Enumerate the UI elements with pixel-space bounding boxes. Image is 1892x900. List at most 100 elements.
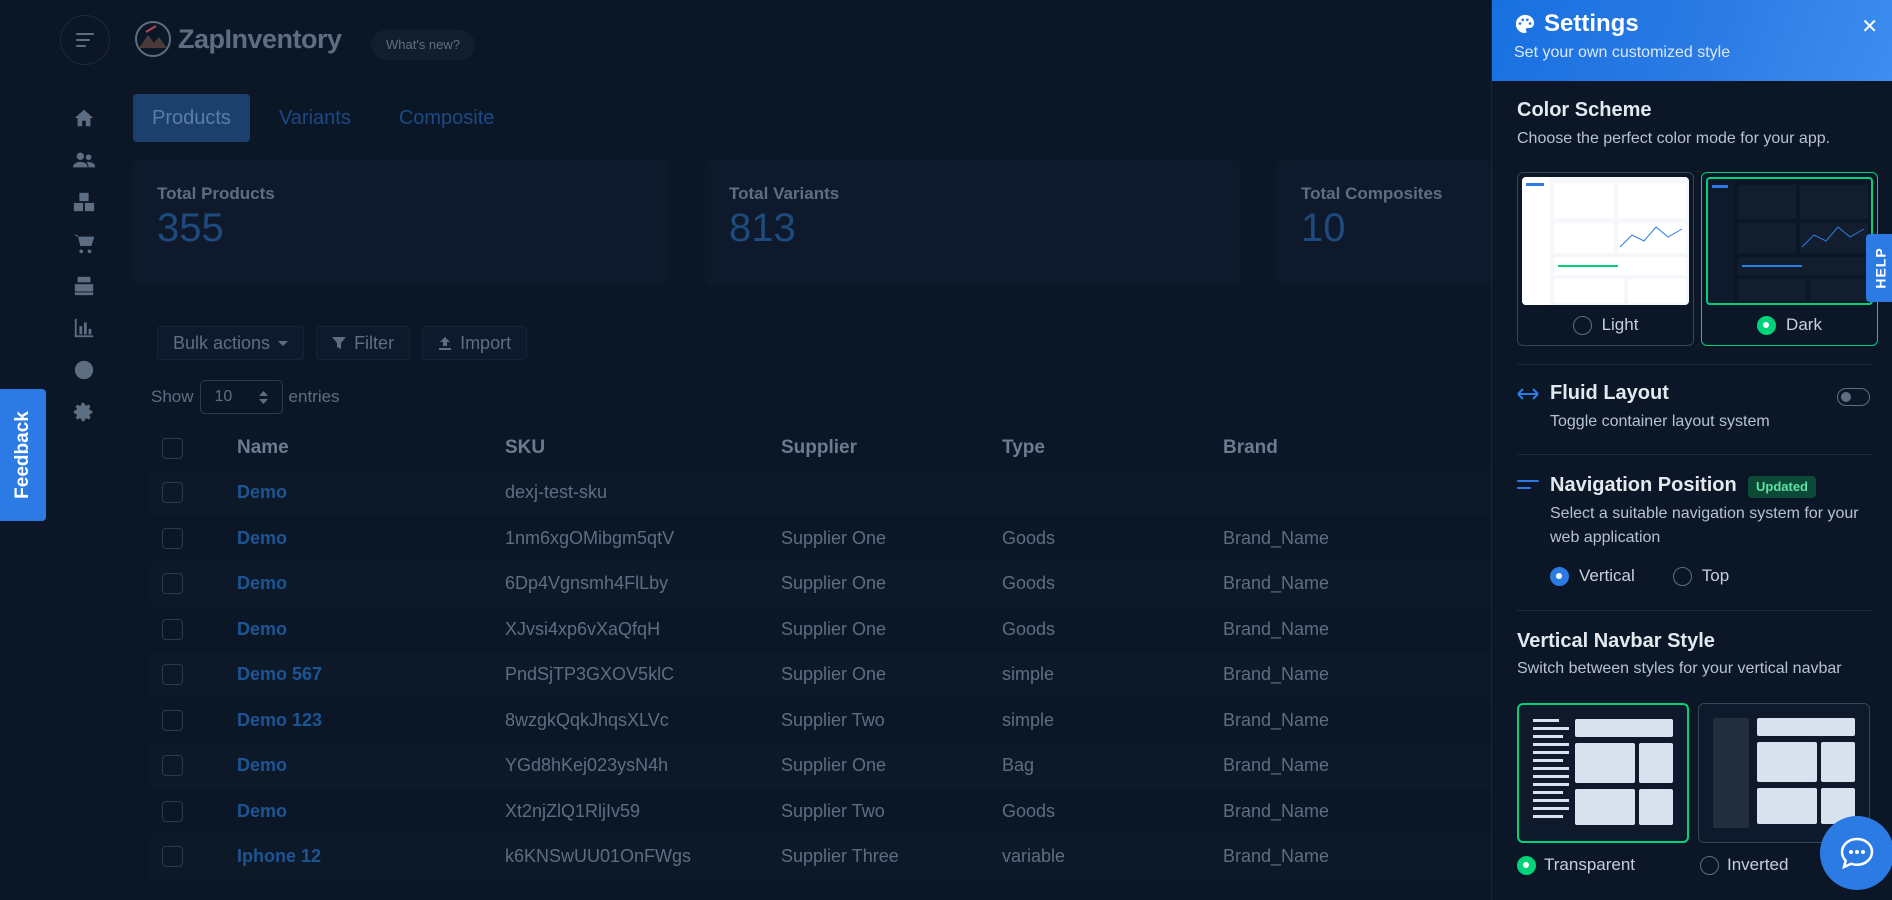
product-name-link[interactable]: Demo	[237, 619, 287, 640]
product-name-link[interactable]: Demo	[237, 573, 287, 594]
table-row[interactable]: Demo 123 8wzgkQqkJhqsXLVc Supplier Two simp…	[150, 698, 1490, 744]
row-checkbox[interactable]	[162, 573, 183, 595]
product-name-link[interactable]: Demo 567	[237, 664, 322, 685]
stat-card-variants: Total Variants 813	[705, 160, 1240, 285]
brand-logo[interactable]: ZapInventory	[134, 20, 342, 58]
product-name-link[interactable]: Demo	[237, 755, 287, 776]
select-all-checkbox[interactable]	[162, 437, 183, 459]
fluid-layout-desc: Toggle container layout system	[1550, 413, 1770, 430]
cart-icon[interactable]	[70, 230, 98, 258]
app-store-icon[interactable]	[70, 356, 98, 384]
sku-cell: k6KNSwUU01OnFWgs	[505, 846, 692, 867]
bulk-actions-button[interactable]: Bulk actions	[157, 326, 305, 360]
transparent-style-card[interactable]	[1517, 703, 1689, 843]
color-scheme-desc: Choose the perfect color mode for your a…	[1517, 130, 1831, 147]
table-row[interactable]: Demo dexj-test-sku	[150, 470, 1490, 516]
menu-toggle-button[interactable]	[60, 15, 110, 65]
table-row[interactable]: Demo Xt2njZlQ1RljIv59 Supplier Two Goods Bra…	[150, 789, 1490, 835]
transparent-radio[interactable]	[1517, 855, 1536, 875]
sku-cell: dexj-test-sku	[505, 482, 608, 503]
table-header: Name SKU Supplier Type Brand	[150, 426, 1490, 470]
column-header-type[interactable]: Type	[1002, 437, 1045, 459]
register-icon[interactable]	[70, 272, 98, 300]
feedback-tab[interactable]: Feedback	[0, 389, 46, 521]
sku-cell: PndSjTP3GXOV5klC	[505, 664, 675, 685]
table-row[interactable]: Iphone 12 k6KNSwUU01OnFWgs Supplier Three v…	[150, 834, 1490, 880]
table-row[interactable]: Demo XJvsi4xp6vXaQfqH Supplier One Goods Bra…	[150, 607, 1490, 653]
transparent-preview	[1533, 719, 1673, 825]
boxes-icon[interactable]	[70, 188, 98, 216]
entries-label: entries	[288, 387, 340, 406]
tab-products[interactable]: Products	[133, 94, 250, 142]
light-label: Light	[1601, 315, 1639, 334]
product-name-link[interactable]: Demo	[237, 482, 287, 503]
row-checkbox[interactable]	[162, 755, 183, 777]
product-name-link[interactable]: Iphone 12	[237, 846, 321, 867]
inverted-label: Inverted	[1727, 855, 1789, 874]
stat-value: 10	[1301, 206, 1346, 250]
table-row[interactable]: Demo 1nm6xgOMibgm5qtV Supplier One Goods Bra…	[150, 516, 1490, 562]
type-cell: Goods	[1002, 618, 1056, 639]
tab-composite[interactable]: Composite	[380, 94, 514, 142]
inverted-radio[interactable]	[1700, 855, 1719, 875]
inverted-option: Inverted	[1700, 855, 1788, 875]
vertical-radio[interactable]	[1550, 566, 1569, 586]
light-radio[interactable]	[1572, 315, 1592, 335]
row-checkbox[interactable]	[162, 527, 183, 549]
column-header-sku[interactable]: SKU	[505, 437, 545, 459]
navbar-style-desc: Switch between styles for your vertical …	[1517, 660, 1842, 677]
chat-button[interactable]	[1820, 816, 1892, 890]
top-radio[interactable]	[1672, 566, 1692, 586]
product-tabs: Products Variants Composite	[133, 94, 513, 142]
whats-new-button[interactable]: What's new?	[371, 30, 476, 60]
chart-icon[interactable]	[70, 314, 98, 342]
column-header-supplier[interactable]: Supplier	[781, 437, 857, 459]
column-header-brand[interactable]: Brand	[1223, 437, 1278, 459]
supplier-cell: Supplier Two	[781, 709, 885, 730]
sku-cell: XJvsi4xp6vXaQfqH	[505, 618, 661, 639]
chat-bubble-icon	[1840, 837, 1874, 869]
row-checkbox[interactable]	[162, 709, 183, 731]
supplier-cell: Supplier Three	[781, 846, 899, 867]
product-name-link[interactable]: Demo	[237, 528, 287, 549]
entries-value: 10	[214, 388, 233, 405]
caret-down-icon	[278, 341, 289, 346]
stat-label: Total Products	[157, 184, 275, 203]
dark-radio[interactable]	[1757, 315, 1777, 335]
brand-cell: Brand_Name	[1223, 846, 1330, 867]
light-scheme-card[interactable]: Light	[1517, 172, 1694, 346]
gear-icon[interactable]	[70, 398, 98, 426]
row-checkbox[interactable]	[162, 846, 183, 868]
nav-lines-icon	[1517, 480, 1539, 489]
upload-icon	[439, 337, 452, 350]
row-checkbox[interactable]	[162, 618, 183, 640]
table-row[interactable]: Demo 567 PndSjTP3GXOV5klC Supplier One simp…	[150, 652, 1490, 698]
column-header-name[interactable]: Name	[237, 437, 289, 459]
supplier-cell: Supplier One	[781, 573, 887, 594]
fluid-layout-toggle[interactable]	[1837, 388, 1870, 406]
import-button[interactable]: Import	[422, 326, 528, 360]
row-checkbox[interactable]	[162, 800, 183, 822]
close-icon[interactable]: ✕	[1861, 14, 1878, 39]
dark-scheme-card[interactable]: Dark	[1701, 172, 1878, 346]
sku-cell: Xt2njZlQ1RljIv59	[505, 800, 641, 821]
sort-arrows-icon	[258, 390, 268, 404]
row-checkbox[interactable]	[162, 482, 183, 504]
hamburger-icon	[76, 33, 94, 47]
row-checkbox[interactable]	[162, 664, 183, 686]
tab-variants[interactable]: Variants	[260, 94, 370, 142]
product-name-link[interactable]: Demo	[237, 801, 287, 822]
help-tab[interactable]: HELP	[1866, 234, 1892, 302]
home-icon[interactable]	[70, 104, 98, 132]
table-row[interactable]: Demo YGd8hKej023ysN4h Supplier One Bag Brand…	[150, 743, 1490, 789]
filter-button[interactable]: Filter	[316, 326, 411, 360]
entries-select[interactable]: 10	[199, 380, 283, 414]
table-row[interactable]: Demo 6Dp4Vgnsmh4FlLby Supplier One Goods Bra…	[150, 561, 1490, 607]
logo-icon	[135, 21, 171, 57]
top-label: Top	[1701, 566, 1730, 585]
brand-cell: Brand_Name	[1223, 573, 1330, 594]
users-icon[interactable]	[70, 146, 98, 174]
type-cell: simple	[1002, 709, 1055, 730]
product-name-link[interactable]: Demo 123	[237, 710, 322, 731]
type-cell: Goods	[1002, 527, 1056, 548]
